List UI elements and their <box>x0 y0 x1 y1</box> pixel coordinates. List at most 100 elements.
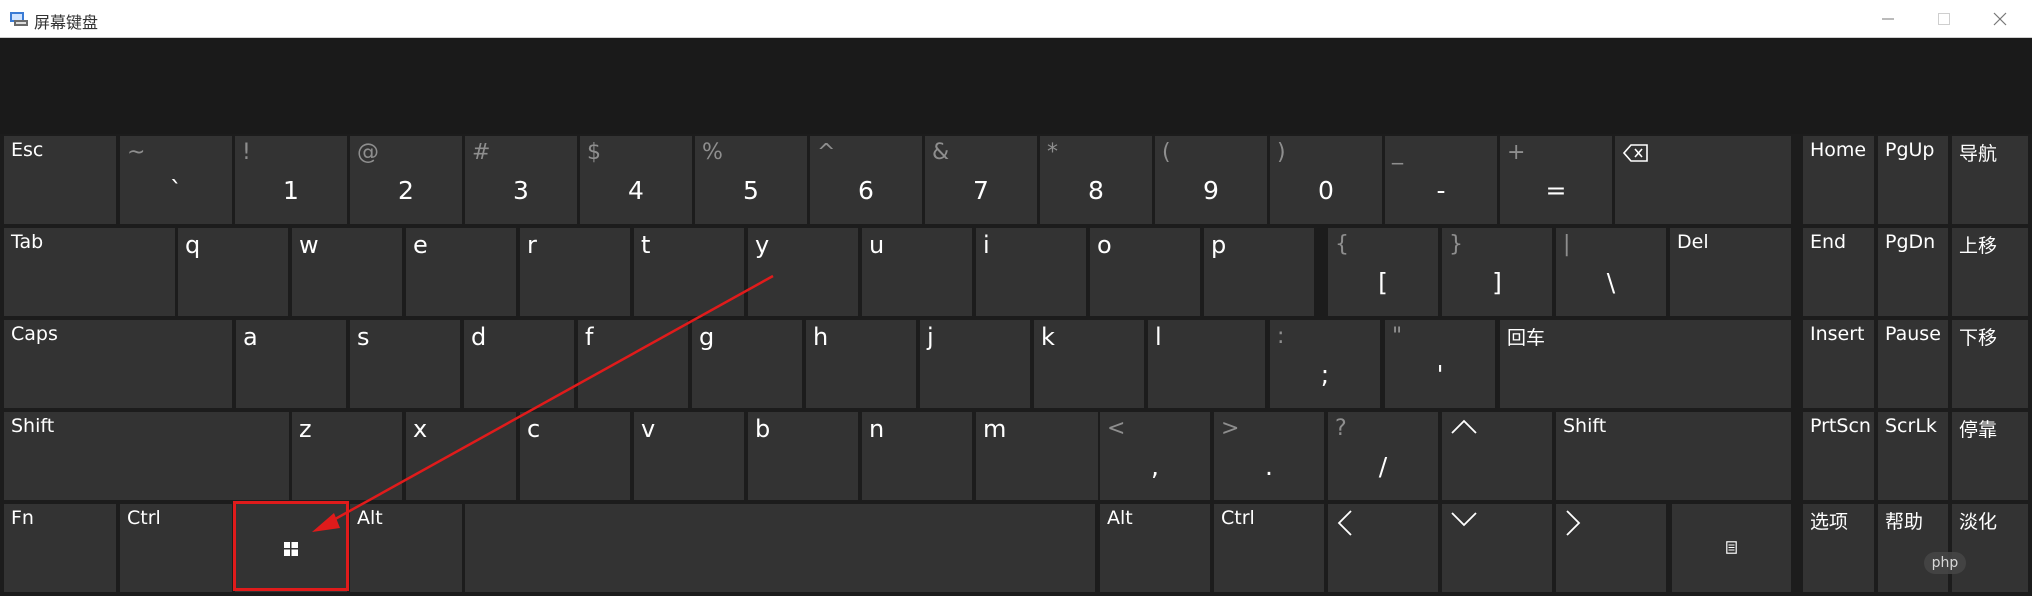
key-windows[interactable] <box>235 504 347 592</box>
key-backspace[interactable] <box>1615 136 1791 224</box>
key-s[interactable]: s <box>350 320 460 408</box>
key-context-menu[interactable] <box>1672 504 1791 592</box>
key-arrow-up[interactable] <box>1442 412 1552 500</box>
key-dock[interactable]: 停靠 <box>1952 412 2028 500</box>
key-esc[interactable]: Esc <box>4 136 116 224</box>
key-space[interactable] <box>465 504 1095 592</box>
maximize-icon <box>1938 13 1950 25</box>
key-left-ctrl[interactable]: Ctrl <box>120 504 232 592</box>
key-a[interactable]: a <box>236 320 346 408</box>
key-7[interactable]: & 7 <box>925 136 1037 224</box>
key-1[interactable]: ! 1 <box>235 136 347 224</box>
key-left-alt[interactable]: Alt <box>350 504 462 592</box>
key-5[interactable]: % 5 <box>695 136 807 224</box>
key-move-up[interactable]: 上移 <box>1952 228 2028 316</box>
window-title: 屏幕键盘 <box>34 13 99 32</box>
key-l[interactable]: l <box>1148 320 1265 408</box>
key-move-down[interactable]: 下移 <box>1952 320 2028 408</box>
key-right-ctrl[interactable]: Ctrl <box>1214 504 1324 592</box>
key-backslash[interactable]: | \ <box>1556 228 1666 316</box>
key-enter[interactable]: 回车 <box>1500 320 1791 408</box>
key-e[interactable]: e <box>406 228 516 316</box>
key-9[interactable]: (9 <box>1155 136 1267 224</box>
close-button[interactable] <box>1972 0 2028 38</box>
key-o[interactable]: o <box>1090 228 1200 316</box>
key-i[interactable]: i <box>976 228 1086 316</box>
key-pgdn[interactable]: PgDn <box>1878 228 1948 316</box>
arrow-right-icon <box>1566 510 1581 536</box>
key-right-shift[interactable]: Shift <box>1556 412 1791 500</box>
key-options[interactable]: 选项 <box>1803 504 1874 592</box>
keyboard-app-icon <box>10 12 28 26</box>
key-tab[interactable]: Tab <box>4 228 175 316</box>
key-u[interactable]: u <box>862 228 972 316</box>
context-menu-icon <box>1726 541 1737 554</box>
key-right-bracket[interactable]: }] <box>1442 228 1552 316</box>
key-y[interactable]: y <box>748 228 858 316</box>
key-t[interactable]: t <box>634 228 744 316</box>
key-2[interactable]: @2 <box>350 136 462 224</box>
key-k[interactable]: k <box>1034 320 1144 408</box>
key-fade[interactable]: 淡化 <box>1952 504 2028 592</box>
key-b[interactable]: b <box>748 412 858 500</box>
key-semicolon[interactable]: :; <box>1270 320 1380 408</box>
minimize-icon <box>1882 18 1894 20</box>
key-pgup[interactable]: PgUp <box>1878 136 1948 224</box>
key-c[interactable]: c <box>520 412 630 500</box>
key-g[interactable]: g <box>692 320 802 408</box>
key-comma[interactable]: <, <box>1100 412 1210 500</box>
key-equals[interactable]: + = <box>1500 136 1612 224</box>
key-arrow-right[interactable] <box>1556 504 1666 592</box>
title-bar: 屏幕键盘 <box>0 0 2032 38</box>
key-help[interactable]: 帮助 <box>1878 504 1948 592</box>
key-pause[interactable]: Pause <box>1878 320 1948 408</box>
backspace-icon <box>1623 144 1648 162</box>
key-fn[interactable]: Fn <box>4 504 116 592</box>
key-8[interactable]: * 8 <box>1040 136 1152 224</box>
key-arrow-down[interactable] <box>1442 504 1552 592</box>
key-z[interactable]: z <box>292 412 402 500</box>
key-4[interactable]: $4 <box>580 136 692 224</box>
key-prtscn[interactable]: PrtScn <box>1803 412 1874 500</box>
key-q[interactable]: q <box>178 228 288 316</box>
key-scrlk[interactable]: ScrLk <box>1878 412 1948 500</box>
key-v[interactable]: v <box>634 412 744 500</box>
key-6[interactable]: ^ 6 <box>810 136 922 224</box>
key-w[interactable]: w <box>292 228 402 316</box>
key-period[interactable]: >. <box>1214 412 1324 500</box>
key-left-shift[interactable]: Shift <box>4 412 289 500</box>
minimize-button[interactable] <box>1860 0 1916 38</box>
key-slash[interactable]: ? / <box>1328 412 1438 500</box>
arrow-down-icon <box>1451 512 1477 527</box>
arrow-up-icon <box>1451 419 1477 434</box>
watermark: php <box>1924 552 1966 574</box>
key-m[interactable]: m <box>976 412 1098 500</box>
key-left-bracket[interactable]: {[ <box>1328 228 1438 316</box>
key-caps[interactable]: Caps <box>4 320 232 408</box>
windows-logo-icon <box>284 542 298 556</box>
close-icon <box>1993 12 2007 26</box>
key-p[interactable]: p <box>1204 228 1314 316</box>
maximize-button[interactable] <box>1916 0 1972 38</box>
key-n[interactable]: n <box>862 412 972 500</box>
key-arrow-left[interactable] <box>1328 504 1438 592</box>
key-0[interactable]: ) 0 <box>1270 136 1382 224</box>
key-end[interactable]: End <box>1803 228 1874 316</box>
key-backtick[interactable]: ~ ` <box>120 136 232 224</box>
key-delete[interactable]: Del <box>1670 228 1791 316</box>
key-j[interactable]: j <box>920 320 1030 408</box>
key-h[interactable]: h <box>806 320 916 408</box>
key-3[interactable]: #3 <box>465 136 577 224</box>
key-d[interactable]: d <box>464 320 574 408</box>
arrow-left-icon <box>1337 510 1352 536</box>
key-minus[interactable]: _ - <box>1385 136 1497 224</box>
key-x[interactable]: x <box>406 412 516 500</box>
key-right-alt[interactable]: Alt <box>1100 504 1210 592</box>
key-nav[interactable]: 导航 <box>1952 136 2028 224</box>
key-home[interactable]: Home <box>1803 136 1874 224</box>
key-r[interactable]: r <box>520 228 630 316</box>
keyboard-top-area <box>0 38 2032 134</box>
key-quote[interactable]: " ' <box>1385 320 1495 408</box>
key-f[interactable]: f <box>578 320 688 408</box>
key-insert[interactable]: Insert <box>1803 320 1874 408</box>
